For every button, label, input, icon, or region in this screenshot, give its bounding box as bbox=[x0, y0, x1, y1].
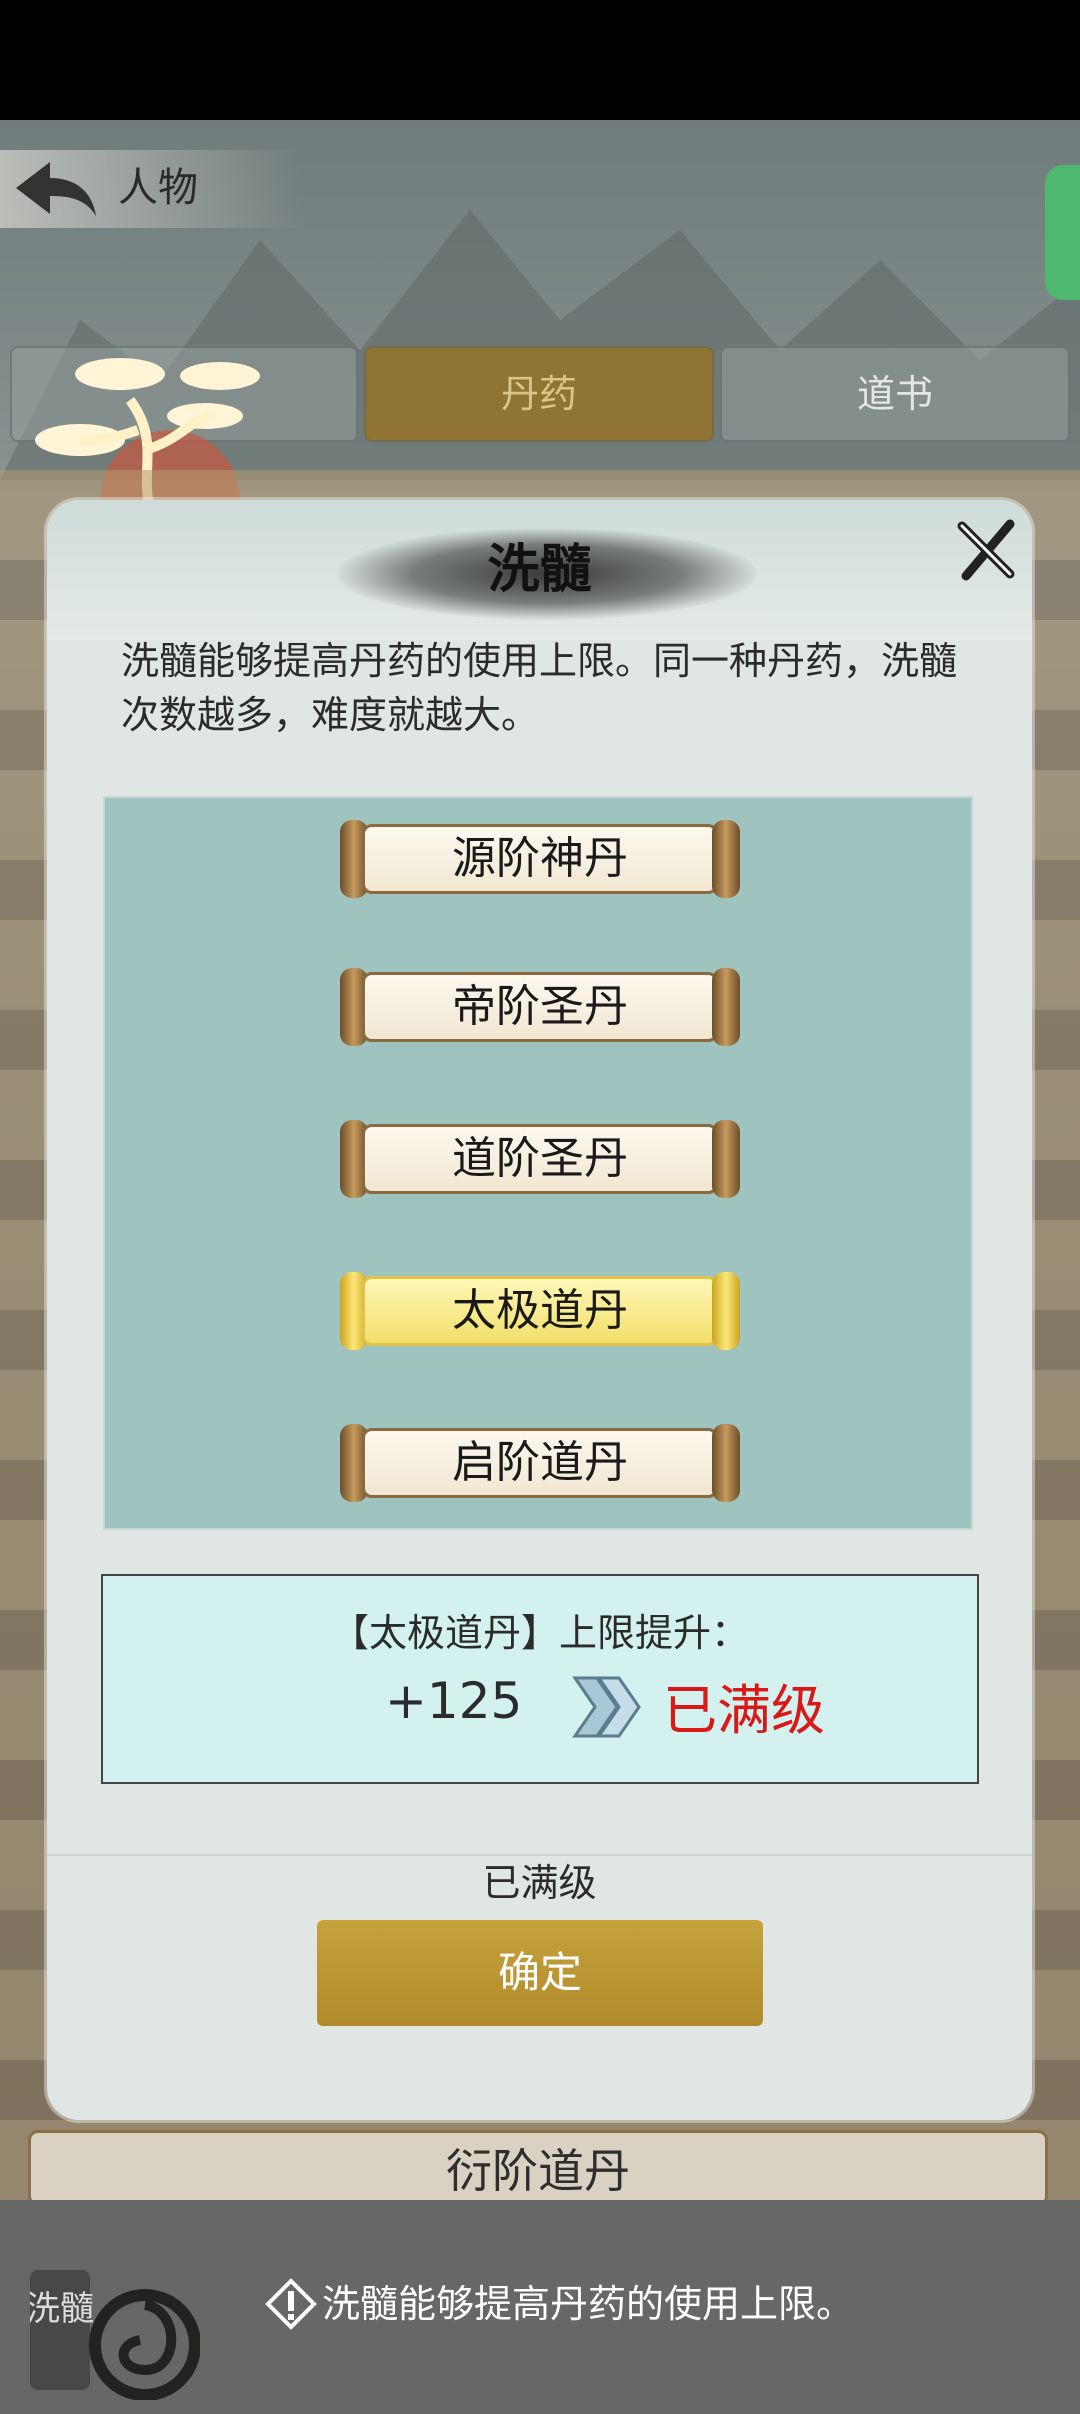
pill-item[interactable]: 源阶神丹 bbox=[340, 820, 740, 898]
tab-books[interactable]: 道书 bbox=[720, 346, 1070, 442]
pill-item[interactable]: 帝阶圣丹 bbox=[340, 968, 740, 1046]
current-limit-value: +125 bbox=[385, 1672, 523, 1730]
warning-diamond-icon bbox=[265, 2278, 317, 2330]
swirl-icon: 洗髓 bbox=[26, 2270, 201, 2401]
skill-label: 洗髓 bbox=[30, 2289, 94, 2329]
dialog-description: 洗髓能够提高丹药的使用上限。同一种丹药，洗髓次数越多，难度就越大。 bbox=[121, 639, 958, 737]
limit-increase-title: 【太极道丹】上限提升： bbox=[330, 1611, 749, 1655]
pill-item-label: 帝阶圣丹 bbox=[452, 981, 628, 1032]
marrow-wash-dialog: 洗髓 洗髓能够提高丹药的使用上限。同一种丹药，洗髓次数越多，难度就越大。 源阶神… bbox=[47, 500, 1032, 2120]
pill-item-selected[interactable]: 太极道丹 bbox=[340, 1272, 740, 1350]
marrow-wash-skill-icon[interactable]: 洗髓 bbox=[26, 2250, 201, 2401]
page-title: 人物 bbox=[118, 165, 198, 211]
status-bar bbox=[0, 0, 1080, 120]
background-list-item-label: 衍阶道丹 bbox=[446, 2144, 630, 2198]
pill-item-label: 源阶神丹 bbox=[452, 833, 628, 884]
back-arrow-icon bbox=[16, 162, 96, 216]
background-list-item[interactable]: 衍阶道丹 bbox=[28, 2130, 1048, 2206]
game-screen: { "header": {"title": "人物"}, "tabs": [ {… bbox=[0, 0, 1080, 2414]
limit-increase-panel: 【太极道丹】上限提升： +125 已满级 bbox=[101, 1574, 979, 1784]
close-icon bbox=[957, 519, 1015, 581]
side-menu-button[interactable] bbox=[1045, 165, 1080, 300]
status-text: 已满级 bbox=[482, 1861, 597, 1905]
hint-text: 洗髓能够提高丹药的使用上限。 bbox=[322, 2282, 855, 2326]
dialog-title: 洗髓 bbox=[487, 540, 592, 600]
pill-selector-list[interactable]: 源阶神丹 帝阶圣丹 道阶圣丹 太极道丹 启阶道丹 bbox=[103, 796, 973, 1530]
close-button[interactable] bbox=[952, 514, 1022, 584]
confirm-button[interactable]: 确定 bbox=[317, 1920, 763, 2026]
double-chevron-right-icon bbox=[572, 1676, 641, 1738]
pill-item-label: 太极道丹 bbox=[452, 1285, 628, 1336]
pill-item[interactable]: 启阶道丹 bbox=[340, 1424, 740, 1502]
pill-item-label: 道阶圣丹 bbox=[452, 1133, 628, 1184]
pill-item[interactable]: 道阶圣丹 bbox=[340, 1120, 740, 1198]
back-button[interactable] bbox=[12, 158, 98, 222]
max-level-text: 已满级 bbox=[663, 1679, 825, 1742]
pill-item-label: 启阶道丹 bbox=[452, 1437, 628, 1488]
tab-pills[interactable]: 丹药 bbox=[364, 346, 714, 442]
